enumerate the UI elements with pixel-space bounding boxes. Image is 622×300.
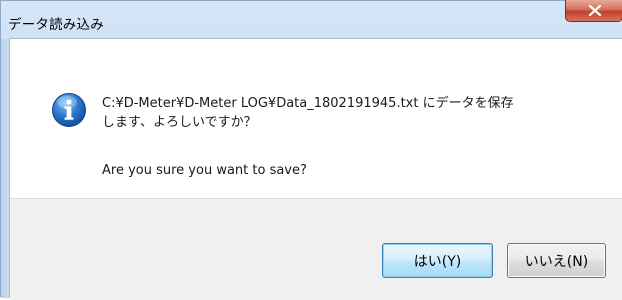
- window-border: [1, 39, 9, 298]
- message-line-1: C:¥D-Meter¥D-Meter LOG¥Data_1802191945.t…: [102, 96, 514, 111]
- window-title: データ読み込み: [8, 17, 104, 33]
- button-bar: はい(Y) いいえ(N): [10, 198, 622, 300]
- dialog-content: C:¥D-Meter¥D-Meter LOG¥Data_1802191945.t…: [9, 38, 622, 300]
- title-bar[interactable]: データ読み込み: [1, 0, 622, 39]
- info-icon: [52, 93, 86, 127]
- message-line-2: します、よろしいですか？: [102, 115, 257, 130]
- yes-button[interactable]: はい(Y): [382, 243, 493, 278]
- no-button[interactable]: いいえ(N): [507, 243, 606, 278]
- message-english: Are you sure you want to save?: [102, 163, 307, 178]
- dialog-window: データ読み込み C:¥D-Meter¥D-Meter LOG¥Data_1802…: [0, 0, 622, 300]
- message-text: C:¥D-Meter¥D-Meter LOG¥Data_1802191945.t…: [102, 94, 514, 132]
- close-icon: [588, 5, 602, 16]
- close-button[interactable]: [565, 0, 622, 22]
